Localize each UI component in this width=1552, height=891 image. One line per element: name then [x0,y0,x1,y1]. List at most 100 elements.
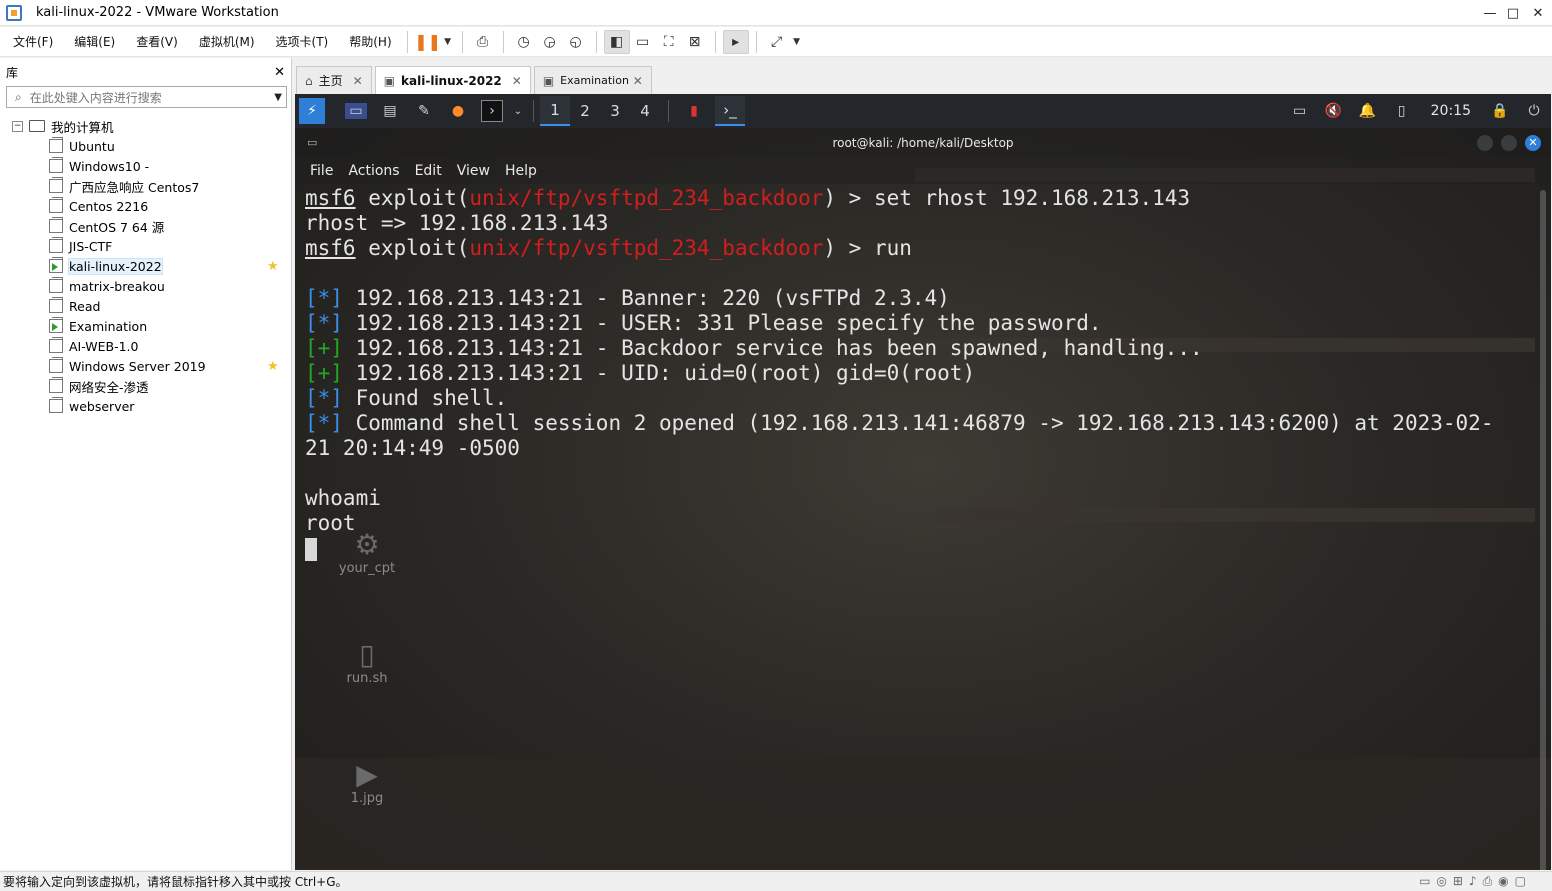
menu-file[interactable]: 文件(F) [0,33,61,50]
info-tag: [*] [305,311,343,335]
vm-item-windows-server-2019[interactable]: Windows Server 2019 ★ [0,356,291,376]
workspace-2[interactable]: 2 [570,96,600,126]
vm-item-read[interactable]: Read [0,296,291,316]
notifications-icon[interactable]: 🔔 [1357,100,1379,122]
command-text: ) > set rhost 192.168.213.143 [823,186,1191,210]
terminal-line: whoami [305,486,381,510]
vm-label: Centos 2216 [69,198,149,214]
pause-icon[interactable]: ❚❚ [414,30,441,54]
vm-item-examination[interactable]: Examination [0,316,291,336]
library-search[interactable]: ⌕ 在此处键入内容进行搜索 ▼ [6,86,287,108]
close-tab-icon[interactable]: ✕ [512,74,522,88]
workspace-1[interactable]: 1 [540,96,570,126]
vm-item-security-pentest[interactable]: 网络安全-渗透 [0,376,291,396]
terminal-output[interactable]: msf6 exploit(unix/ftp/vsftpd_234_backdoo… [295,184,1551,563]
workspace-3[interactable]: 3 [600,96,630,126]
prompt-text: exploit( [355,236,470,260]
thumbnail-bar-icon[interactable]: ▭ [630,30,656,54]
terminal-minimize-icon[interactable] [1477,135,1493,151]
vm-icon [49,297,63,313]
vm-icon [49,237,63,253]
terminal-dropdown-icon[interactable]: ⌄ [513,100,523,122]
clock[interactable]: 20:15 [1431,103,1471,119]
show-desktop-icon[interactable]: ▭ [345,103,367,119]
close-library-icon[interactable]: ✕ [274,65,285,80]
vm-item-centos7-emergency[interactable]: 广西应急响应 Centos7 [0,176,291,196]
vm-item-windows10[interactable]: Windows10 - [0,156,291,176]
vm-item-centos-2216[interactable]: Centos 2216 [0,196,291,216]
vm-tools-icon[interactable]: ▭ [1289,100,1311,122]
file-manager-icon[interactable]: ▤ [379,100,401,122]
stretch-guest-icon[interactable]: ⤢ [764,30,790,54]
firefox-icon[interactable]: ● [447,100,469,122]
close-icon[interactable]: ✕ [1525,0,1551,26]
library-header: 库 ✕ [0,58,291,86]
chevron-down-icon[interactable]: ▼ [274,92,282,103]
terminal-window-button-icon[interactable]: ›_ [715,96,745,126]
menu-vm[interactable]: 虚拟机(M) [186,33,263,50]
window-title: kali-linux-2022 - VMware Workstation [36,5,279,20]
console-view-icon[interactable]: ▸ [722,29,749,54]
lock-icon[interactable]: 🔒 [1489,100,1511,122]
maximize-icon[interactable]: □ [1500,0,1526,26]
vm-item-ubuntu[interactable]: Ubuntu [0,136,291,156]
vm-item-centos7-64[interactable]: CentOS 7 64 源 [0,216,291,236]
vm-console[interactable]: ⚡ ▭ ▤ ✎ ● › ⌄ 1 2 3 4 ▮ ›_ ▭ 🔇 🔔 ▯ 20:15… [295,94,1551,870]
toolbar-divider [406,30,408,53]
terminal-icon[interactable]: › [481,100,503,122]
close-tab-icon[interactable]: ✕ [633,74,643,88]
toolbar-divider [595,30,597,53]
vm-item-jis-ctf[interactable]: JIS-CTF [0,236,291,256]
vm-item-matrix-breakout[interactable]: matrix-breakou [0,276,291,296]
unity-icon[interactable]: ⊠ [682,30,708,54]
text-editor-icon[interactable]: ✎ [413,100,435,122]
volume-muted-icon[interactable]: 🔇 [1323,100,1345,122]
menu-help[interactable]: 帮助(H) [336,33,399,50]
terminal-line: msf6 exploit(unix/ftp/vsftpd_234_backdoo… [305,186,1541,211]
menu-tabs[interactable]: 选项卡(T) [263,33,337,50]
terminal-close-icon[interactable]: ✕ [1525,135,1541,151]
terminal-maximize-icon[interactable] [1501,135,1517,151]
close-tab-icon[interactable]: ✕ [353,74,363,88]
command-text: ) > run [823,236,912,260]
show-library-icon[interactable]: ◧ [603,29,630,54]
full-screen-icon[interactable]: ⛶ [656,30,682,54]
terminal-menu-edit[interactable]: Edit [415,163,442,179]
snapshot-manager-icon[interactable]: ◵ [563,30,589,54]
battery-icon[interactable]: ▯ [1391,100,1413,122]
favorite-star-icon[interactable]: ★ [267,359,279,374]
favorite-star-icon[interactable]: ★ [267,259,279,274]
tab-kali-linux-2022[interactable]: ▣ kali-linux-2022 ✕ [374,66,531,94]
terminal-window[interactable]: ▭ root@kali: /home/kali/Desktop ✕ File A… [295,128,1551,870]
window-button-icon[interactable]: ▮ [683,100,705,122]
workspace-4[interactable]: 4 [630,96,660,126]
module-name: unix/ftp/vsftpd_234_backdoor [469,186,824,210]
menu-edit[interactable]: 编辑(E) [61,33,123,50]
tab-examination[interactable]: ▣ Examination ✕ [533,66,652,94]
menu-view[interactable]: 查看(V) [123,33,186,50]
kali-menu-icon[interactable]: ⚡ [299,98,325,124]
pause-dropdown-icon[interactable]: ▼ [441,30,455,54]
vm-item-kali-linux-2022[interactable]: kali-linux-2022 ★ [0,256,291,276]
terminal-menu-view[interactable]: View [457,163,490,179]
snapshot-icon[interactable]: ◷ [511,30,537,54]
tab-home[interactable]: ⌂ 主页 ✕ [296,66,372,94]
vm-item-webserver[interactable]: webserver [0,396,291,416]
vm-item-ai-web[interactable]: AI-WEB-1.0 [0,336,291,356]
vm-icon [49,197,63,213]
terminal-menu-help[interactable]: Help [505,163,537,179]
terminal-titlebar: ▭ root@kali: /home/kali/Desktop ✕ [295,128,1551,158]
terminal-menu-file[interactable]: File [310,163,333,179]
tree-root-my-computer[interactable]: − 我的计算机 [0,116,291,136]
device-status-icons[interactable]: ▭◎⊞♪⎙◉▢ [1419,874,1532,889]
search-input[interactable]: 在此处键入内容进行搜索 [30,89,162,106]
library-title: 库 [6,65,19,80]
revert-snapshot-icon[interactable]: ◶ [537,30,563,54]
collapse-icon[interactable]: − [12,120,23,132]
send-ctrl-alt-del-icon[interactable]: ⎙ [470,30,496,54]
logout-icon[interactable]: ⏻ [1523,100,1545,122]
terminal-menu-actions[interactable]: Actions [348,163,399,179]
terminal-scrollbar[interactable] [1540,190,1546,870]
menu-bar: 文件(F) 编辑(E) 查看(V) 虚拟机(M) 选项卡(T) 帮助(H) ❚❚… [0,27,1552,57]
stretch-dropdown-icon[interactable]: ▼ [790,30,804,54]
